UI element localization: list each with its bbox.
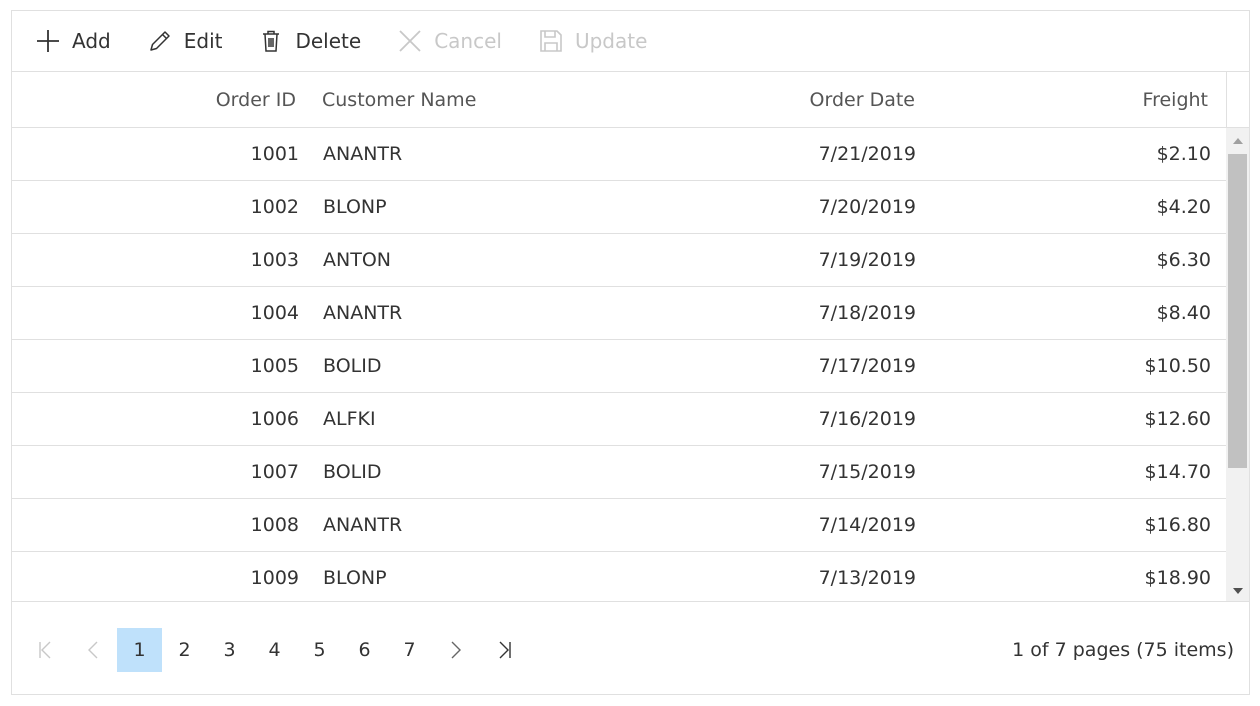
table-row[interactable]: 1009 BLONP 7/13/2019 $18.90 (12, 552, 1226, 601)
cell-freight: $2.10 (1156, 143, 1211, 165)
data-grid: Add Edit Delete Cancel Update Order ID C… (11, 10, 1250, 695)
cell-order-id: 1004 (250, 302, 299, 324)
page-number-3[interactable]: 3 (207, 628, 252, 672)
previous-page-icon[interactable] (75, 628, 111, 672)
scroll-down-arrow-icon[interactable] (1226, 582, 1249, 599)
cell-customer-name: BOLID (323, 461, 382, 483)
cell-order-date: 7/17/2019 (818, 355, 916, 377)
save-icon (538, 28, 564, 54)
page-number-7[interactable]: 7 (387, 628, 432, 672)
cell-order-id: 1005 (250, 355, 299, 377)
page-number-6[interactable]: 6 (342, 628, 387, 672)
header-scroll-spacer (1226, 72, 1249, 128)
cell-freight: $14.70 (1144, 461, 1211, 483)
cell-customer-name: ALFKI (323, 408, 376, 430)
cell-order-id: 1002 (250, 196, 299, 218)
table-row[interactable]: 1007 BOLID 7/15/2019 $14.70 (12, 446, 1226, 499)
delete-button[interactable]: Delete (258, 21, 361, 61)
pencil-icon (147, 28, 173, 54)
cell-order-date: 7/15/2019 (818, 461, 916, 483)
table-row[interactable]: 1005 BOLID 7/17/2019 $10.50 (12, 340, 1226, 393)
add-button[interactable]: Add (35, 21, 111, 61)
cell-order-date: 7/16/2019 (818, 408, 916, 430)
column-header-order-date[interactable]: Order Date (810, 72, 915, 128)
add-button-label: Add (72, 29, 111, 53)
cell-order-id: 1008 (250, 514, 299, 536)
scroll-up-arrow-icon[interactable] (1226, 132, 1249, 149)
cell-order-date: 7/13/2019 (818, 567, 916, 589)
cell-customer-name: ANANTR (323, 143, 403, 165)
table-row[interactable]: 1006 ALFKI 7/16/2019 $12.60 (12, 393, 1226, 446)
cell-order-id: 1009 (250, 567, 299, 589)
trash-icon (258, 28, 284, 54)
cell-order-id: 1007 (250, 461, 299, 483)
last-page-icon[interactable] (487, 628, 523, 672)
cell-customer-name: BLONP (323, 567, 387, 589)
cell-freight: $6.30 (1156, 249, 1211, 271)
cell-customer-name: ANANTR (323, 302, 403, 324)
page-number-4[interactable]: 4 (252, 628, 297, 672)
page-number-2[interactable]: 2 (162, 628, 207, 672)
cell-order-date: 7/20/2019 (818, 196, 916, 218)
cell-freight: $4.20 (1156, 196, 1211, 218)
column-header-freight[interactable]: Freight (1143, 72, 1208, 128)
cell-freight: $8.40 (1156, 302, 1211, 324)
page-number-5[interactable]: 5 (297, 628, 342, 672)
table-row[interactable]: 1001 ANANTR 7/21/2019 $2.10 (12, 128, 1226, 181)
table-row[interactable]: 1008 ANANTR 7/14/2019 $16.80 (12, 499, 1226, 552)
grid-pager: 1 2 3 4 5 6 7 1 of 7 pages (75 items) (12, 601, 1249, 694)
cell-freight: $18.90 (1144, 567, 1211, 589)
column-header-order-id[interactable]: Order ID (216, 72, 296, 128)
cell-order-date: 7/21/2019 (818, 143, 916, 165)
grid-toolbar: Add Edit Delete Cancel Update (12, 11, 1249, 72)
scrollbar-thumb[interactable] (1228, 154, 1247, 468)
pager-info: 1 of 7 pages (75 items) (1012, 639, 1234, 661)
next-page-icon[interactable] (438, 628, 474, 672)
cell-customer-name: BOLID (323, 355, 382, 377)
update-button[interactable]: Update (538, 21, 647, 61)
cell-customer-name: BLONP (323, 196, 387, 218)
update-button-label: Update (574, 29, 648, 53)
grid-content: 1001 ANANTR 7/21/2019 $2.10 1002 BLONP 7… (12, 128, 1226, 601)
cell-customer-name: ANTON (323, 249, 391, 271)
plus-icon (35, 28, 61, 54)
cell-order-date: 7/19/2019 (818, 249, 916, 271)
close-icon (397, 28, 423, 54)
table-row[interactable]: 1003 ANTON 7/19/2019 $6.30 (12, 234, 1226, 287)
delete-button-label: Delete (295, 29, 362, 53)
edit-button[interactable]: Edit (147, 21, 223, 61)
column-header-customer-name[interactable]: Customer Name (322, 72, 476, 128)
page-number-1[interactable]: 1 (117, 628, 162, 672)
table-row[interactable]: 1004 ANANTR 7/18/2019 $8.40 (12, 287, 1226, 340)
cell-order-id: 1003 (250, 249, 299, 271)
cell-customer-name: ANANTR (323, 514, 403, 536)
first-page-icon[interactable] (27, 628, 63, 672)
cell-freight: $10.50 (1144, 355, 1211, 377)
cell-order-id: 1006 (250, 408, 299, 430)
cancel-button[interactable]: Cancel (397, 21, 502, 61)
table-row[interactable]: 1002 BLONP 7/20/2019 $4.20 (12, 181, 1226, 234)
grid-header: Order ID Customer Name Order Date Freigh… (12, 72, 1226, 128)
cell-order-date: 7/14/2019 (818, 514, 916, 536)
cell-freight: $16.80 (1144, 514, 1211, 536)
cell-order-id: 1001 (250, 143, 299, 165)
cell-order-date: 7/18/2019 (818, 302, 916, 324)
cancel-button-label: Cancel (434, 29, 502, 53)
edit-button-label: Edit (183, 29, 223, 53)
cell-freight: $12.60 (1144, 408, 1211, 430)
vertical-scrollbar[interactable] (1226, 128, 1249, 601)
